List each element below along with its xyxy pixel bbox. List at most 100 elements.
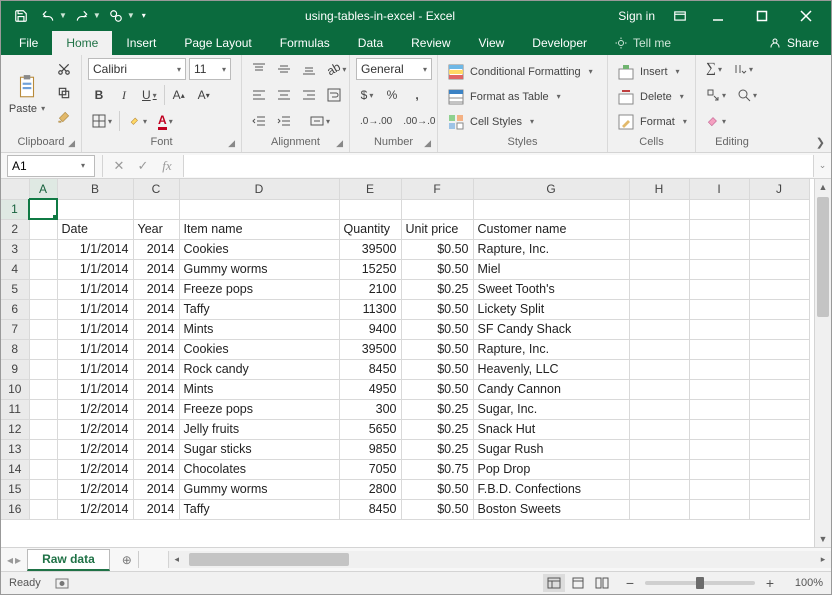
cell[interactable]: Freeze pops: [179, 279, 339, 299]
paste-button[interactable]: Paste▾: [7, 58, 47, 130]
formula-input[interactable]: [183, 155, 813, 177]
decrease-indent-button[interactable]: [248, 110, 270, 132]
number-format-combo[interactable]: General▾: [356, 58, 432, 80]
cell[interactable]: [29, 239, 57, 259]
row-header[interactable]: 4: [1, 259, 29, 279]
cell[interactable]: $0.50: [401, 339, 473, 359]
align-center-button[interactable]: [273, 84, 295, 106]
cell[interactable]: [749, 339, 809, 359]
cell[interactable]: [629, 319, 689, 339]
find-select-button[interactable]: ▾: [733, 84, 761, 106]
tab-file[interactable]: File: [5, 31, 52, 55]
cell[interactable]: [689, 319, 749, 339]
cell[interactable]: 1/2/2014: [57, 459, 133, 479]
decrease-font-button[interactable]: A▾: [193, 84, 215, 106]
cell[interactable]: [629, 399, 689, 419]
cell[interactable]: [473, 199, 629, 219]
row-header[interactable]: 14: [1, 459, 29, 479]
cell[interactable]: SF Candy Shack: [473, 319, 629, 339]
undo-icon[interactable]: [36, 4, 60, 28]
decrease-decimal-button[interactable]: .00→.0: [399, 110, 439, 132]
cell[interactable]: $0.50: [401, 239, 473, 259]
align-top-button[interactable]: [248, 58, 270, 80]
cell[interactable]: 1/2/2014: [57, 419, 133, 439]
page-layout-view-button[interactable]: [567, 574, 589, 592]
cell[interactable]: [749, 439, 809, 459]
sheet-tab-active[interactable]: Raw data: [27, 549, 110, 571]
cell[interactable]: [689, 259, 749, 279]
cell[interactable]: Item name: [179, 219, 339, 239]
percent-format-button[interactable]: %: [381, 84, 403, 106]
tell-me-button[interactable]: Tell me: [601, 31, 685, 55]
cell[interactable]: $0.50: [401, 299, 473, 319]
row-header[interactable]: 9: [1, 359, 29, 379]
row-header[interactable]: 11: [1, 399, 29, 419]
cell[interactable]: Freeze pops: [179, 399, 339, 419]
cell[interactable]: [629, 339, 689, 359]
maximize-button[interactable]: [741, 1, 783, 30]
sheet-gripper[interactable]: [138, 551, 146, 568]
tab-home[interactable]: Home: [52, 31, 112, 55]
cell[interactable]: 8450: [339, 359, 401, 379]
cell[interactable]: [629, 259, 689, 279]
cell[interactable]: 1/1/2014: [57, 379, 133, 399]
cell[interactable]: Jelly fruits: [179, 419, 339, 439]
increase-decimal-button[interactable]: .0→.00: [356, 110, 396, 132]
cell[interactable]: 2014: [133, 399, 179, 419]
cell[interactable]: Quantity: [339, 219, 401, 239]
cell[interactable]: Cookies: [179, 239, 339, 259]
autosum-button[interactable]: ∑▾: [702, 58, 726, 80]
cell[interactable]: [689, 419, 749, 439]
zoom-slider[interactable]: [645, 581, 755, 585]
cell[interactable]: Customer name: [473, 219, 629, 239]
cell[interactable]: $0.75: [401, 459, 473, 479]
cell[interactable]: $0.50: [401, 359, 473, 379]
delete-cells-button[interactable]: Delete▾: [614, 85, 691, 108]
vertical-scroll-thumb[interactable]: [817, 197, 829, 317]
cell[interactable]: [689, 459, 749, 479]
select-all-corner[interactable]: [1, 179, 29, 199]
cell[interactable]: 1/1/2014: [57, 299, 133, 319]
row-header[interactable]: 16: [1, 499, 29, 519]
increase-font-button[interactable]: A▴: [168, 84, 190, 106]
cell[interactable]: [29, 439, 57, 459]
copy-button[interactable]: [53, 82, 75, 104]
page-break-view-button[interactable]: [591, 574, 613, 592]
qat-customize-icon[interactable]: ▾: [138, 4, 150, 28]
cell[interactable]: [689, 279, 749, 299]
cell[interactable]: 2014: [133, 479, 179, 499]
cell[interactable]: [29, 339, 57, 359]
cell[interactable]: 1/2/2014: [57, 499, 133, 519]
cell[interactable]: [629, 299, 689, 319]
increase-indent-button[interactable]: [273, 110, 295, 132]
cell[interactable]: 2014: [133, 339, 179, 359]
cell[interactable]: Cookies: [179, 339, 339, 359]
redo-dropdown-icon[interactable]: ▼: [93, 11, 101, 20]
conditional-formatting-button[interactable]: Conditional Formatting▾: [444, 60, 597, 83]
cell[interactable]: Sweet Tooth's: [473, 279, 629, 299]
cell[interactable]: Sugar sticks: [179, 439, 339, 459]
cell[interactable]: [57, 199, 133, 219]
cell[interactable]: [629, 479, 689, 499]
cell[interactable]: $0.50: [401, 379, 473, 399]
cell[interactable]: 2100: [339, 279, 401, 299]
cell[interactable]: [689, 239, 749, 259]
cell[interactable]: 2014: [133, 439, 179, 459]
cell[interactable]: 8450: [339, 499, 401, 519]
format-as-table-button[interactable]: Format as Table▾: [444, 85, 597, 108]
cell[interactable]: Sugar, Inc.: [473, 399, 629, 419]
cell[interactable]: Miel: [473, 259, 629, 279]
cell[interactable]: [689, 339, 749, 359]
new-sheet-button[interactable]: ⊕: [116, 553, 138, 567]
row-header[interactable]: 7: [1, 319, 29, 339]
cell[interactable]: $0.25: [401, 439, 473, 459]
tab-review[interactable]: Review: [397, 31, 464, 55]
cell[interactable]: $0.50: [401, 319, 473, 339]
column-header[interactable]: H: [629, 179, 689, 199]
zoom-in-button[interactable]: +: [763, 575, 777, 591]
cell[interactable]: [749, 219, 809, 239]
cell[interactable]: 300: [339, 399, 401, 419]
orientation-button[interactable]: ab▾: [323, 58, 350, 80]
cell[interactable]: [689, 299, 749, 319]
cell[interactable]: 2014: [133, 379, 179, 399]
